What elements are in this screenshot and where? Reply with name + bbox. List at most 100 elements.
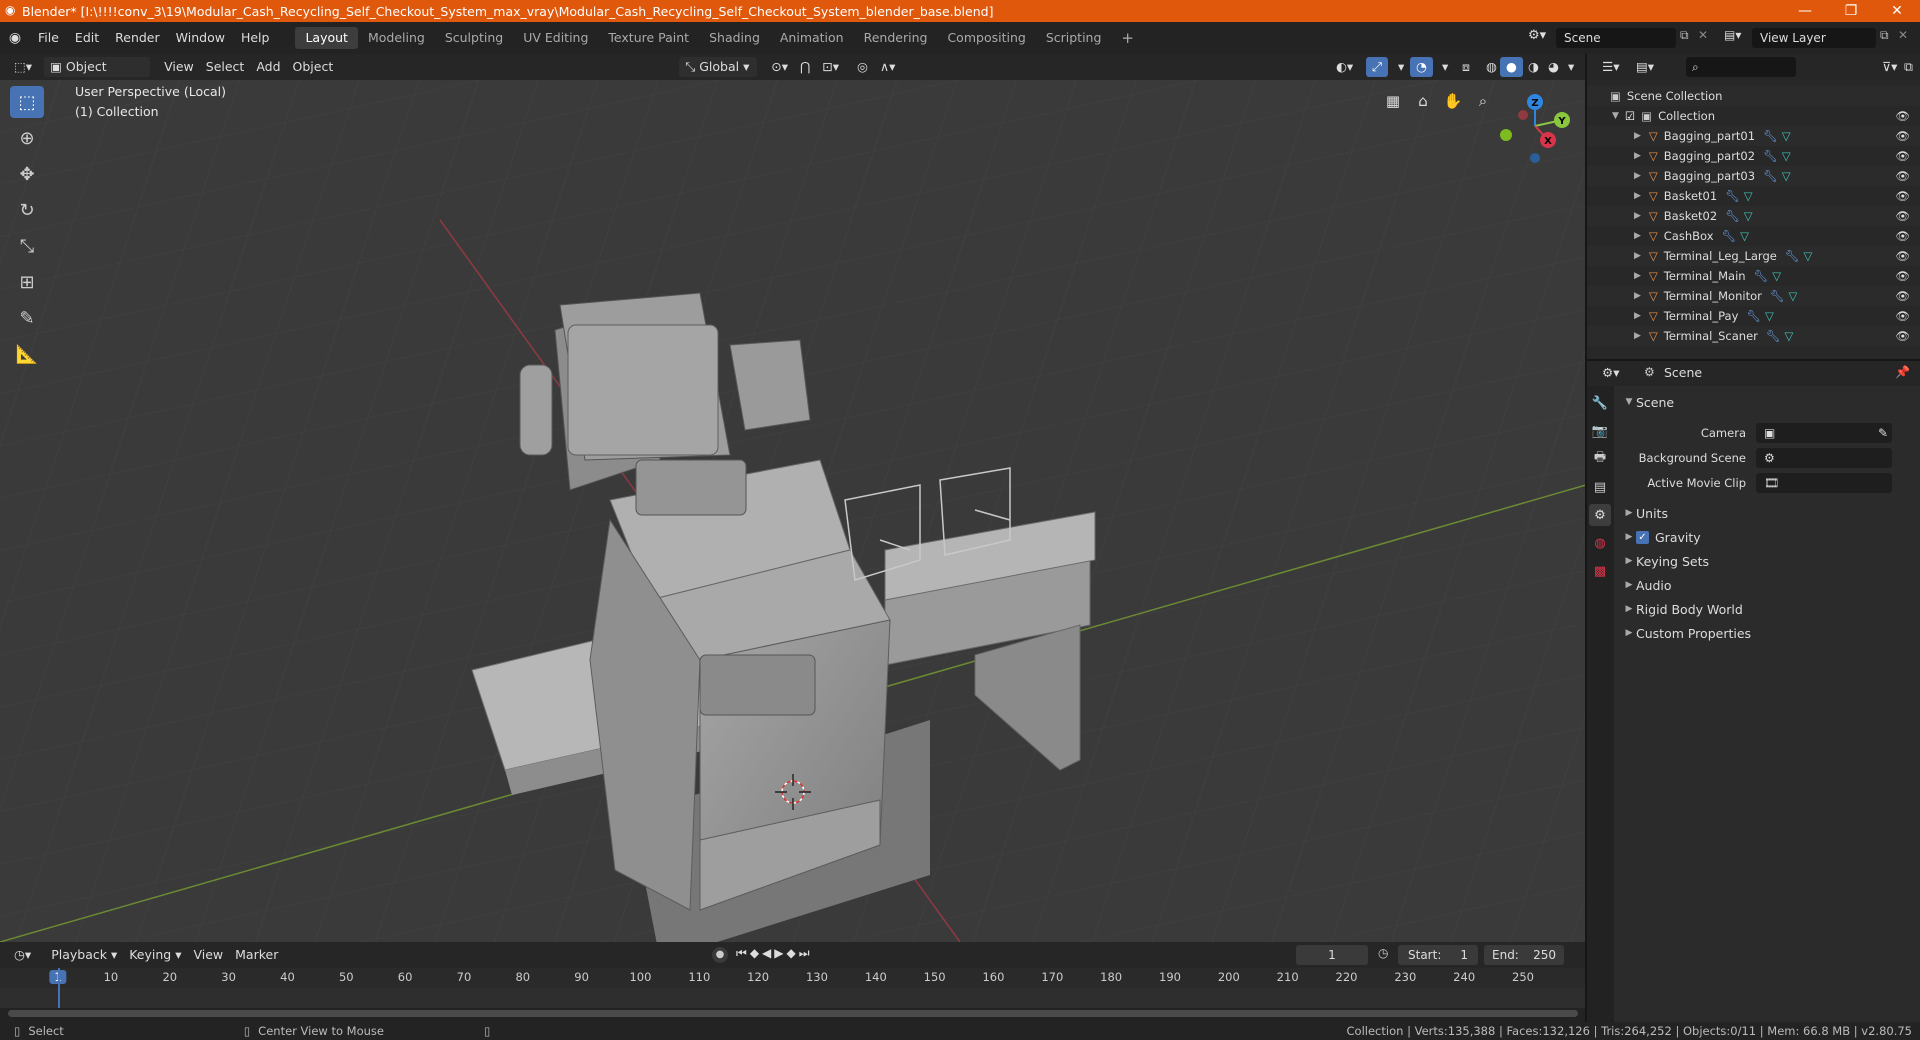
- falloff-icon[interactable]: ∧▾: [874, 57, 901, 77]
- camera-field[interactable]: ▣ ✎: [1756, 422, 1892, 443]
- snap-target-icon[interactable]: ⊡▾: [816, 57, 845, 77]
- outliner-object-row[interactable]: ▶ ▽ Terminal_Pay 🔧︎ ▽ 👁: [1586, 306, 1920, 326]
- outliner-object-row[interactable]: ▶ ▽ Terminal_Leg_Large 🔧︎ ▽ 👁: [1586, 246, 1920, 266]
- play-icon[interactable]: ▶: [774, 946, 786, 960]
- panel-keying-sets[interactable]: ▶ Keying Sets: [1622, 549, 1912, 573]
- outliner[interactable]: ☰▾ ▤▾ ⌕ ⊽▾ ⧉ ▣ Scene Collection ▼ ☑ ▣ Co…: [1586, 54, 1920, 360]
- delete-scene-icon[interactable]: ✕: [1698, 28, 1708, 42]
- menu-marker[interactable]: Marker: [229, 945, 284, 965]
- panel-units[interactable]: ▶ Units: [1622, 501, 1912, 525]
- properties-editor-type-icon[interactable]: ⚙▾: [1596, 363, 1625, 383]
- outliner-object-row[interactable]: ▶ ▽ Bagging_part03 🔧︎ ▽ 👁: [1586, 166, 1920, 186]
- mesh-data-icon[interactable]: ▽: [1803, 249, 1812, 263]
- tab-layout[interactable]: Layout: [295, 27, 358, 49]
- mesh-data-icon[interactable]: ▽: [1744, 189, 1753, 203]
- end-frame-field[interactable]: End: 250: [1484, 945, 1564, 965]
- grid-view-icon[interactable]: ▦: [1380, 88, 1406, 114]
- modifier-wrench-icon[interactable]: 🔧︎: [1763, 129, 1778, 143]
- editor-type-icon[interactable]: ⬚▾: [8, 57, 38, 77]
- scale-tool-icon[interactable]: ⤡: [10, 230, 44, 262]
- menu-add[interactable]: Add: [250, 57, 286, 77]
- mesh-data-icon[interactable]: ▽: [1744, 209, 1753, 223]
- display-mode-icon[interactable]: ▤▾: [1630, 57, 1660, 77]
- scene-selector[interactable]: Scene: [1556, 28, 1676, 48]
- outliner-object-row[interactable]: ▶ ▽ CashBox 🔧︎ ▽ 👁: [1586, 226, 1920, 246]
- tab-animation[interactable]: Animation: [770, 27, 854, 49]
- prev-keyframe-icon[interactable]: ◆: [750, 946, 762, 960]
- modifier-wrench-icon[interactable]: 🔧︎: [1722, 229, 1737, 243]
- panel-audio[interactable]: ▶ Audio: [1622, 573, 1912, 597]
- gizmo-toggle-icon[interactable]: ⤢: [1366, 57, 1389, 77]
- scene-collection-row[interactable]: ▣ Scene Collection: [1586, 86, 1920, 106]
- modifier-wrench-icon[interactable]: 🔧︎: [1754, 269, 1769, 283]
- object-eye-icon[interactable]: 👁: [1895, 329, 1910, 343]
- jump-end-icon[interactable]: ⏭: [799, 946, 813, 960]
- overlays-toggle-icon[interactable]: ◔: [1410, 57, 1433, 77]
- collection-row[interactable]: ▼ ☑ ▣ Collection 👁: [1586, 106, 1920, 126]
- view-layer-icon[interactable]: ▤▾: [1724, 28, 1741, 42]
- next-keyframe-icon[interactable]: ◆: [787, 946, 799, 960]
- menu-timeline-view[interactable]: View: [187, 945, 229, 965]
- outliner-editor-type-icon[interactable]: ☰▾: [1596, 57, 1625, 77]
- panel-gravity[interactable]: ▶ ✓ Gravity: [1622, 525, 1912, 549]
- object-eye-icon[interactable]: 👁: [1895, 269, 1910, 283]
- gizmo-dropdown-icon[interactable]: ▾: [1392, 57, 1410, 77]
- expand-object-icon[interactable]: ▶: [1634, 191, 1641, 201]
- collection-eye-icon[interactable]: 👁: [1895, 109, 1910, 123]
- outliner-object-row[interactable]: ▶ ▽ Basket01 🔧︎ ▽ 👁: [1586, 186, 1920, 206]
- scene-icon[interactable]: ⚙▾: [1528, 28, 1546, 43]
- expand-object-icon[interactable]: ▶: [1634, 271, 1641, 281]
- move-tool-icon[interactable]: ✥: [10, 158, 44, 190]
- play-reverse-icon[interactable]: ◀: [762, 946, 774, 960]
- expand-object-icon[interactable]: ▶: [1634, 211, 1641, 221]
- start-frame-field[interactable]: Start: 1: [1398, 945, 1478, 965]
- playhead-line[interactable]: [58, 968, 60, 1008]
- visibility-icon[interactable]: ◐▾: [1330, 57, 1359, 77]
- tab-modeling[interactable]: Modeling: [358, 27, 435, 49]
- menu-keying[interactable]: Keying ▾: [123, 945, 187, 965]
- annotate-tool-icon[interactable]: ✎: [10, 302, 44, 334]
- object-eye-icon[interactable]: 👁: [1895, 189, 1910, 203]
- properties-editor[interactable]: ⚙▾ ⚙ Scene 📌 🔧 📷 🖶 ▤ ⚙ ◍ ▩ ▼ Scene Camera…: [1586, 360, 1920, 1022]
- jump-start-icon[interactable]: ⏮: [736, 946, 750, 960]
- menu-render[interactable]: Render: [107, 27, 168, 49]
- outliner-object-row[interactable]: ▶ ▽ Basket02 🔧︎ ▽ 👁: [1586, 206, 1920, 226]
- object-eye-icon[interactable]: 👁: [1895, 249, 1910, 263]
- modifier-wrench-icon[interactable]: 🔧︎: [1763, 149, 1778, 163]
- menu-edit[interactable]: Edit: [67, 27, 107, 49]
- mesh-data-icon[interactable]: ▽: [1785, 329, 1794, 343]
- proportional-edit-icon[interactable]: ◎: [851, 57, 874, 77]
- menu-playback[interactable]: Playback ▾: [45, 945, 123, 965]
- camera-view-icon[interactable]: ⌂: [1410, 88, 1436, 114]
- object-eye-icon[interactable]: 👁: [1895, 209, 1910, 223]
- modifier-wrench-icon[interactable]: 🔧︎: [1746, 309, 1761, 323]
- maximize-button[interactable]: ❐: [1828, 0, 1874, 22]
- menu-view[interactable]: View: [158, 57, 200, 77]
- xray-icon[interactable]: ⧈: [1456, 57, 1476, 77]
- transform-tool-icon[interactable]: ⊞: [10, 266, 44, 298]
- object-eye-icon[interactable]: 👁: [1895, 229, 1910, 243]
- expand-object-icon[interactable]: ▶: [1634, 231, 1641, 241]
- solid-shading-icon[interactable]: ●: [1500, 57, 1523, 77]
- outliner-object-row[interactable]: ▶ ▽ Terminal_Scaner 🔧︎ ▽ 👁: [1586, 326, 1920, 346]
- outliner-object-row[interactable]: ▶ ▽ Bagging_part02 🔧︎ ▽ 👁: [1586, 146, 1920, 166]
- menu-help[interactable]: Help: [233, 27, 278, 49]
- menu-file[interactable]: File: [30, 27, 67, 49]
- mesh-data-icon[interactable]: ▽: [1782, 129, 1791, 143]
- add-workspace-button[interactable]: +: [1111, 27, 1144, 49]
- expand-object-icon[interactable]: ▶: [1634, 291, 1641, 301]
- current-frame-field[interactable]: 1: [1296, 945, 1368, 965]
- object-eye-icon[interactable]: 👁: [1895, 169, 1910, 183]
- object-eye-icon[interactable]: 👁: [1895, 289, 1910, 303]
- outliner-object-row[interactable]: ▶ ▽ Terminal_Monitor 🔧︎ ▽ 👁: [1586, 286, 1920, 306]
- object-mode-dropdown[interactable]: ▣ Object Mode ▾: [44, 57, 151, 94]
- texture-tab-icon[interactable]: ▩: [1589, 560, 1611, 582]
- view-layer-tab-icon[interactable]: ▤: [1589, 476, 1611, 498]
- timeline-editor-type-icon[interactable]: ◷▾: [8, 945, 37, 965]
- minimize-button[interactable]: —: [1782, 0, 1828, 22]
- scene-panel-header[interactable]: ▼ Scene: [1622, 390, 1912, 414]
- shading-dropdown-icon[interactable]: ▾: [1562, 57, 1580, 77]
- mesh-data-icon[interactable]: ▽: [1765, 309, 1774, 323]
- view-layer-selector[interactable]: View Layer: [1752, 28, 1876, 48]
- gravity-checkbox[interactable]: ✓: [1636, 530, 1649, 544]
